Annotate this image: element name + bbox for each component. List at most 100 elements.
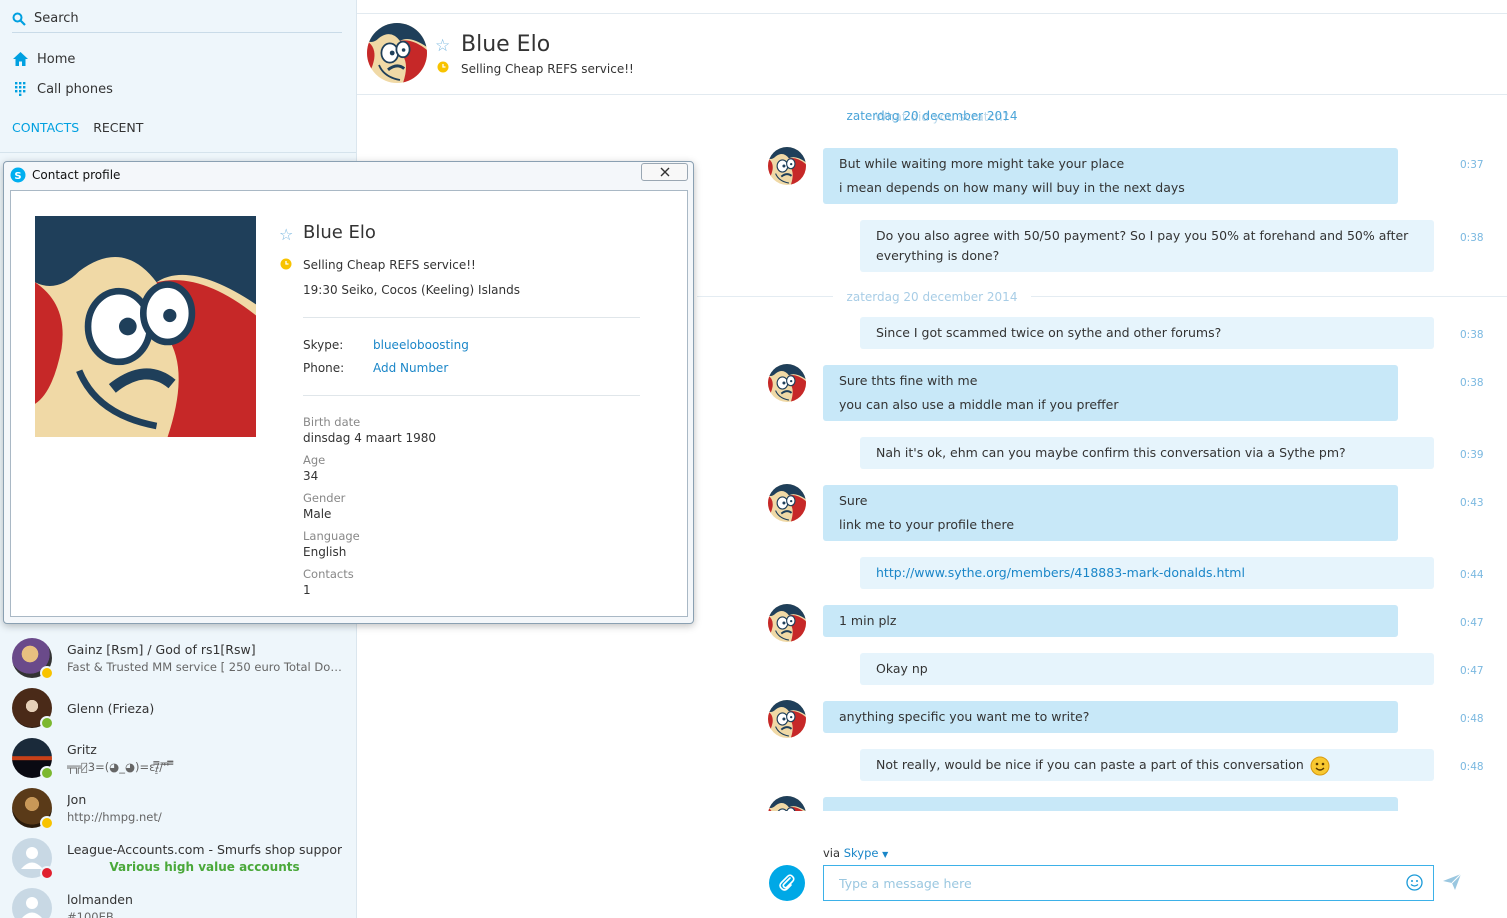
dialog-title: Contact profile <box>32 168 121 182</box>
contact-item[interactable]: Gainz [Rsm] / God of rs1[Rsw] Fast & Tru… <box>0 633 356 683</box>
contact-item[interactable]: Jon http://hmpg.net/ <box>0 783 356 833</box>
message-line: anything specific you want me to write? <box>839 709 1090 724</box>
contact-title[interactable]: Blue Elo <box>461 32 550 57</box>
nav-call-phones[interactable]: Call phones <box>12 76 312 102</box>
phone-label: Phone: <box>303 361 345 375</box>
favorite-star-icon[interactable]: ☆ <box>279 225 293 244</box>
tab-contacts[interactable]: CONTACTS <box>12 120 79 135</box>
message-bubble-incoming[interactable]: 1 min plz <box>823 605 1398 637</box>
message-timestamp: 0:39 <box>1460 449 1484 461</box>
favorite-star-icon[interactable]: ☆ <box>435 36 450 56</box>
avatar <box>12 788 54 830</box>
contact-name: lolmanden <box>67 892 133 907</box>
message-line: you can also use a middle man if you pre… <box>839 397 1119 412</box>
field-label: Gender <box>303 491 346 505</box>
contact-item[interactable]: lolmanden #100EB <box>0 883 356 918</box>
message-bubble-incoming[interactable]: Sure thts fine with me you can also use … <box>823 365 1398 421</box>
contact-name: Gritz <box>67 742 97 757</box>
message-bubble-incoming[interactable]: Sure link me to your profile there <box>823 485 1398 541</box>
via-prefix: via <box>823 846 841 860</box>
contact-item[interactable]: Gritz ╤╦︻̷3=(◕_◕)=ε/̵͇̿̿/'̿'̿ ̿̿̿ <box>0 733 356 783</box>
add-number-link[interactable]: Add Number <box>373 361 448 375</box>
message-line: Nah it's ok, ehm can you maybe confirm t… <box>876 445 1346 460</box>
header-divider <box>357 13 1507 14</box>
message-timestamp: 0:38 <box>1460 377 1484 389</box>
message-bubble-outgoing[interactable]: Nah it's ok, ehm can you maybe confirm t… <box>860 437 1434 469</box>
send-icon[interactable] <box>1443 874 1461 890</box>
avatar <box>768 364 806 402</box>
message-bubble-incoming[interactable]: But while waiting more might take your p… <box>823 148 1398 204</box>
avatar <box>768 796 806 811</box>
message-line: Sure thts fine with me <box>839 373 978 388</box>
message-input[interactable] <box>823 865 1434 901</box>
message-bubble-outgoing[interactable]: Since I got scammed twice on sythe and o… <box>860 317 1434 349</box>
avatar <box>12 738 54 780</box>
skype-logo-icon: S <box>10 167 26 183</box>
message-bubble-outgoing[interactable]: Okay np <box>860 653 1434 685</box>
contact-item[interactable]: League-Accounts.com - Smurfs shop suppor… <box>0 833 356 883</box>
tabs-divider <box>0 152 356 153</box>
conversation-header: ☆ Blue Elo Selling Cheap REFS service!! <box>357 0 1507 95</box>
field-value: 34 <box>303 469 319 483</box>
profile-field: Birth date dinsdag 4 maart 1980 <box>303 415 436 445</box>
divider <box>303 395 640 396</box>
skype-name-link[interactable]: blueeloboosting <box>373 338 469 352</box>
avatar <box>12 838 54 880</box>
message-bubble-outgoing[interactable]: http://www.sythe.org/members/418883-mark… <box>860 557 1434 589</box>
search-icon <box>12 12 26 26</box>
field-value: dinsdag 4 maart 1980 <box>303 431 437 445</box>
dialpad-icon <box>12 81 28 97</box>
contact-name: Gainz [Rsm] / God of rs1[Rsw] <box>67 642 256 657</box>
status-online-icon <box>40 716 54 730</box>
dialog-titlebar[interactable]: S Contact profile <box>4 162 693 188</box>
message-bubble-outgoing[interactable]: Not really, would be nice if you can pas… <box>860 749 1434 781</box>
avatar <box>768 604 806 642</box>
via-selector[interactable]: via Skype ▼ <box>823 846 888 860</box>
search-label: Search <box>34 11 79 26</box>
message-timestamp: 0:48 <box>1460 713 1484 725</box>
message-line: i mean depends on how many will buy in t… <box>839 180 1185 195</box>
avatar <box>768 484 806 522</box>
message-timestamp: 0:38 <box>1460 232 1484 244</box>
status-away-icon <box>40 816 54 830</box>
avatar <box>12 638 54 680</box>
svg-text:S: S <box>14 171 21 182</box>
message-link[interactable]: http://www.sythe.org/members/418883-mark… <box>876 561 1418 585</box>
message-line: Since I got scammed twice on sythe and o… <box>876 325 1222 340</box>
field-label: Contacts <box>303 567 354 581</box>
contact-mood-message: Selling Cheap REFS service!! <box>461 62 634 76</box>
tab-recent[interactable]: RECENT <box>93 120 143 135</box>
message-timestamp: 0:47 <box>1460 665 1484 677</box>
dialog-body: ☆ Blue Elo Selling Cheap REFS service!! … <box>10 190 688 617</box>
avatar <box>12 888 52 918</box>
away-clock-icon <box>437 61 449 73</box>
attach-button[interactable] <box>769 865 805 901</box>
away-clock-icon <box>280 258 292 270</box>
field-label: Age <box>303 453 326 467</box>
date-separator: zaterdag 20 december 2014 <box>846 109 1018 123</box>
contact-item[interactable]: Glenn (Frieza) <box>0 683 356 733</box>
contact-profile-dialog: S Contact profile ☆ Blue Elo Selling Che… <box>3 161 694 624</box>
avatar <box>768 700 806 738</box>
close-button[interactable] <box>641 163 688 181</box>
contact-list: Gainz [Rsm] / God of rs1[Rsw] Fast & Tru… <box>0 633 356 918</box>
profile-photo <box>35 216 256 437</box>
avatar[interactable] <box>367 23 427 83</box>
status-online-icon <box>40 766 54 780</box>
message-bubble-outgoing[interactable]: Do you also agree with 50/50 payment? So… <box>860 220 1434 272</box>
home-icon <box>12 51 28 67</box>
message-timestamp: 0:37 <box>1460 159 1484 171</box>
nav-home-label: Home <box>37 51 76 67</box>
message-timestamp: 0:47 <box>1460 617 1484 629</box>
via-service: Skype <box>843 846 879 860</box>
contact-mood: Various high value accounts <box>109 860 300 874</box>
message-bubble-incoming[interactable]: anything specific you want me to write? <box>823 701 1398 733</box>
contact-name: Jon <box>67 792 87 807</box>
message-line: 1 min plz <box>839 613 897 628</box>
search-bar[interactable]: Search <box>12 5 342 33</box>
message-bubble-incoming[interactable] <box>823 797 1398 811</box>
nav-home[interactable]: Home <box>12 46 312 72</box>
message-timestamp: 0:48 <box>1460 761 1484 773</box>
emoticon-picker-icon[interactable] <box>1406 874 1423 891</box>
message-timestamp: 0:38 <box>1460 329 1484 341</box>
